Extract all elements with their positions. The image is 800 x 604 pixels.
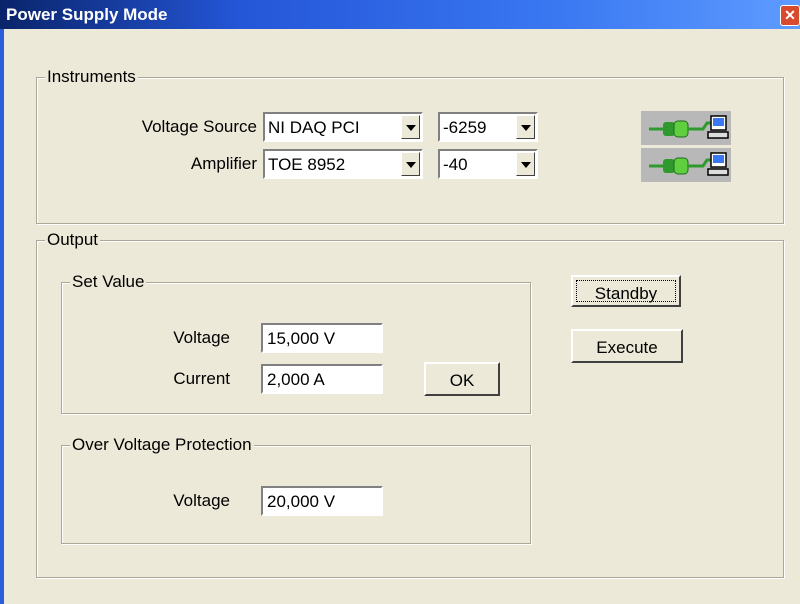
voltage-source-label: Voltage Source [141, 117, 257, 136]
set-current-label: Current [173, 369, 230, 388]
plug-computer-icon [641, 111, 731, 145]
set-current-field[interactable]: 2,000 A [261, 364, 383, 394]
title-bar: Power Supply Mode ✕ [0, 0, 800, 29]
instruments-group-title: Instruments [45, 67, 138, 87]
standby-button[interactable]: Standby [571, 275, 681, 307]
output-group: Output Set Value Voltage 15,000 V Curren… [36, 230, 784, 578]
voltage-source-device-select[interactable]: NI DAQ PCI [263, 112, 423, 142]
ovp-voltage-field[interactable]: 20,000 V [261, 486, 383, 516]
set-value-group-title: Set Value [70, 272, 147, 292]
instruments-group: Instruments Voltage Source NI DAQ PCI -6… [36, 67, 784, 224]
chevron-down-icon[interactable] [516, 152, 535, 176]
voltage-source-model-select[interactable]: -6259 [438, 112, 538, 142]
chevron-down-icon[interactable] [516, 115, 535, 139]
dialog-body: Instruments Voltage Source NI DAQ PCI -6… [0, 29, 800, 604]
plug-computer-icon [641, 148, 731, 182]
ok-button-label: OK [449, 371, 475, 390]
amplifier-label: Amplifier [190, 154, 257, 173]
chevron-down-icon[interactable] [401, 152, 420, 176]
set-value-group: Set Value Voltage 15,000 V Current 2,000… [61, 272, 531, 414]
amplifier-device-select[interactable]: TOE 8952 [263, 149, 423, 179]
voltage-source-device-value: NI DAQ PCI [268, 118, 360, 137]
amplifier-device-value: TOE 8952 [268, 155, 346, 174]
close-button[interactable]: ✕ [780, 5, 800, 26]
amplifier-model-value: -40 [443, 155, 468, 174]
voltage-source-model-value: -6259 [443, 118, 487, 137]
ovp-voltage-label: Voltage [173, 491, 230, 510]
close-icon: ✕ [784, 7, 796, 23]
ok-button[interactable]: OK [424, 362, 500, 396]
amplifier-model-select[interactable]: -40 [438, 149, 538, 179]
execute-button[interactable]: Execute [571, 329, 683, 363]
set-voltage-value: 15,000 V [267, 329, 336, 348]
output-group-title: Output [45, 230, 101, 250]
chevron-down-icon[interactable] [401, 115, 420, 139]
standby-button-label: Standby [594, 284, 658, 303]
set-current-value: 2,000 A [267, 370, 325, 389]
ovp-group: Over Voltage Protection Voltage 20,000 V [61, 435, 531, 544]
ovp-group-title: Over Voltage Protection [70, 435, 254, 455]
execute-button-label: Execute [596, 338, 658, 357]
window-title: Power Supply Mode [6, 5, 168, 24]
ovp-voltage-value: 20,000 V [267, 492, 336, 511]
set-voltage-field[interactable]: 15,000 V [261, 323, 383, 353]
set-voltage-label: Voltage [173, 328, 230, 347]
